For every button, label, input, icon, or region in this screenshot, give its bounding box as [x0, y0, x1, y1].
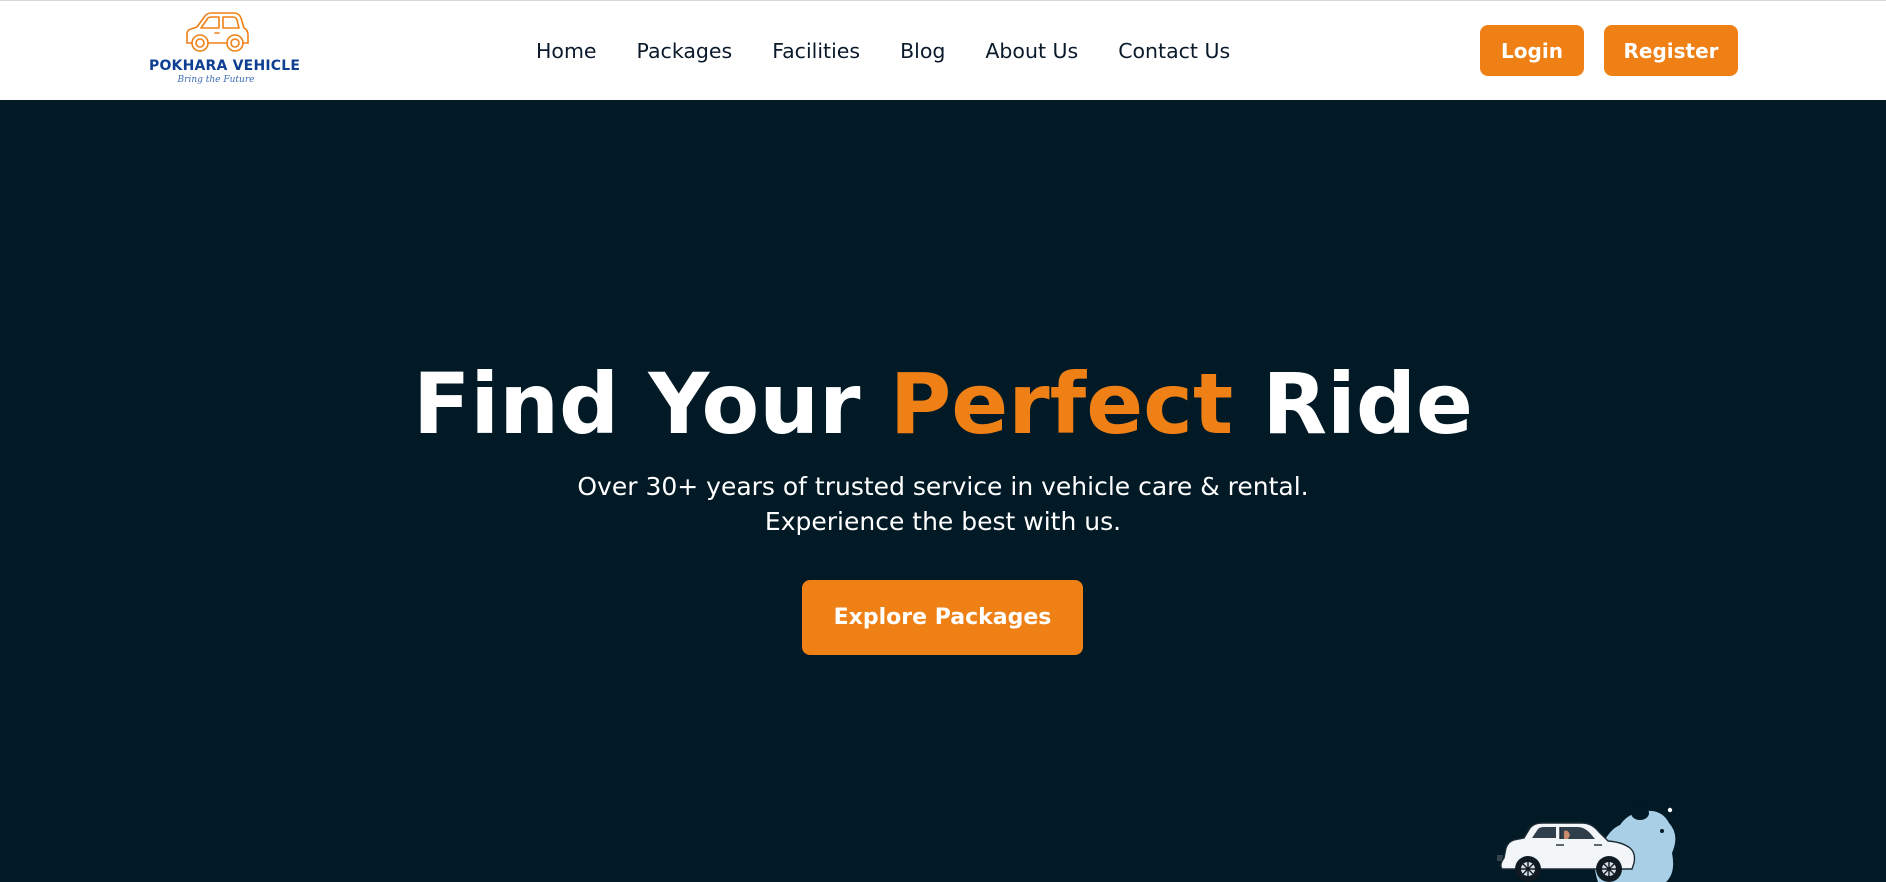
hero-title-highlight: Perfect: [889, 355, 1234, 453]
car-outline-icon: [186, 12, 249, 52]
main-nav: Home Packages Facilities Blog About Us C…: [536, 33, 1230, 69]
hero-subtitle-line2: Experience the best with us.: [764, 507, 1122, 536]
car-splash-illustration: [1497, 806, 1676, 882]
nav-link-contact-us[interactable]: Contact Us: [1118, 39, 1230, 63]
nav-link-facilities[interactable]: Facilities: [772, 39, 860, 63]
hero-title: Find Your Perfect Ride: [0, 352, 1886, 456]
nav-link-about-us[interactable]: About Us: [985, 39, 1078, 63]
register-button[interactable]: Register: [1604, 25, 1738, 76]
top-navbar: POKHARA VEHICLE Bring the Future Home Pa…: [0, 0, 1886, 100]
login-button[interactable]: Login: [1480, 25, 1584, 76]
hero-title-part2: Ride: [1233, 355, 1473, 453]
nav-link-packages[interactable]: Packages: [637, 39, 733, 63]
hero-subtitle-line1: Over 30+ years of trusted service in veh…: [577, 472, 1309, 501]
site-logo[interactable]: POKHARA VEHICLE Bring the Future: [149, 9, 301, 91]
nav-link-blog[interactable]: Blog: [900, 39, 945, 63]
logo-name: POKHARA VEHICLE: [149, 58, 301, 74]
explore-packages-button[interactable]: Explore Packages: [802, 580, 1083, 655]
logo-tagline: Bring the Future: [177, 75, 255, 85]
hero-title-part1: Find Your: [413, 355, 890, 453]
nav-link-home[interactable]: Home: [536, 39, 597, 63]
